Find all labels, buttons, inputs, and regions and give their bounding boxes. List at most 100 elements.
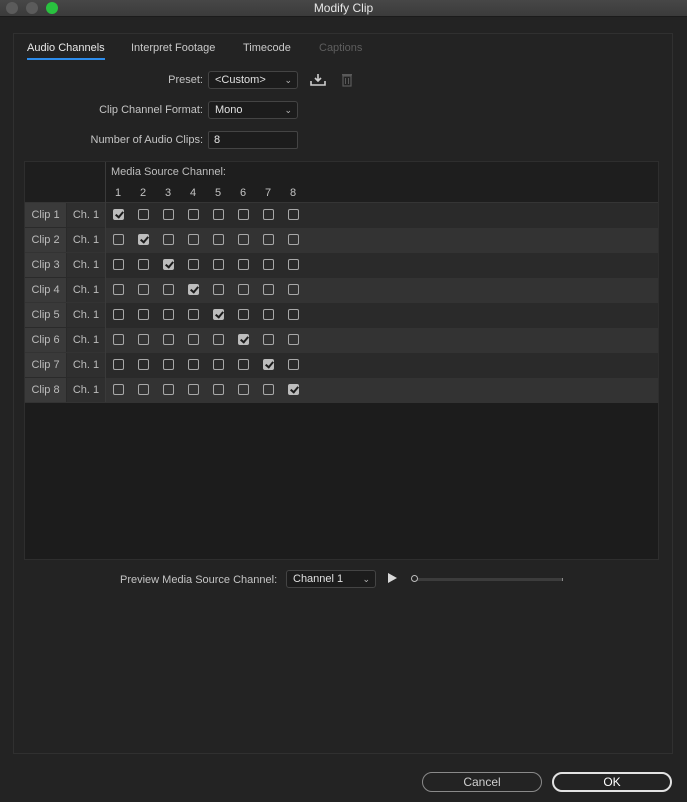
tab-timecode[interactable]: Timecode: [243, 42, 291, 60]
clip-channel-label: Ch. 1: [67, 303, 105, 327]
clip-label: Clip 1: [25, 203, 67, 227]
channel-checkbox[interactable]: [238, 384, 249, 395]
channel-checkbox[interactable]: [163, 234, 174, 245]
channel-checkbox[interactable]: [213, 259, 224, 270]
channel-checkbox[interactable]: [163, 359, 174, 370]
channel-checkbox[interactable]: [188, 309, 199, 320]
channel-checkbox[interactable]: [263, 334, 274, 345]
channel-checkbox[interactable]: [213, 209, 224, 220]
cancel-button[interactable]: Cancel: [422, 772, 542, 792]
channel-checkbox[interactable]: [213, 309, 224, 320]
channel-checkbox[interactable]: [263, 234, 274, 245]
tab-captions: Captions: [319, 42, 363, 54]
channel-checkbox[interactable]: [288, 359, 299, 370]
format-label: Clip Channel Format:: [99, 104, 203, 116]
channel-checkbox[interactable]: [238, 309, 249, 320]
preview-scrubber-track[interactable]: [412, 578, 563, 581]
channel-checkbox[interactable]: [238, 284, 249, 295]
delete-preset-icon[interactable]: [338, 71, 356, 89]
clip-channel-label: Ch. 1: [67, 353, 105, 377]
channel-checkbox[interactable]: [138, 359, 149, 370]
channel-checkbox[interactable]: [138, 284, 149, 295]
channel-checkbox[interactable]: [213, 384, 224, 395]
title-bar: Modify Clip: [0, 0, 687, 17]
channel-checkbox[interactable]: [188, 359, 199, 370]
save-preset-icon[interactable]: [309, 71, 327, 89]
clip-channel-label: Ch. 1: [67, 253, 105, 277]
channel-checkbox[interactable]: [138, 309, 149, 320]
channel-checkbox[interactable]: [113, 309, 124, 320]
clip-label: Clip 3: [25, 253, 67, 277]
ok-button[interactable]: OK: [552, 772, 672, 792]
channel-checkbox[interactable]: [138, 384, 149, 395]
channel-checkbox[interactable]: [113, 359, 124, 370]
channel-checkbox[interactable]: [213, 334, 224, 345]
channel-number: 2: [139, 187, 147, 199]
channel-checkbox[interactable]: [163, 259, 174, 270]
channel-checkbox[interactable]: [238, 359, 249, 370]
channel-checkbox[interactable]: [288, 209, 299, 220]
channel-checkbox[interactable]: [288, 259, 299, 270]
channel-checkbox[interactable]: [163, 209, 174, 220]
channel-checkbox[interactable]: [213, 284, 224, 295]
channel-checkbox[interactable]: [163, 334, 174, 345]
tab-interpret-footage[interactable]: Interpret Footage: [131, 42, 215, 60]
channel-checkbox[interactable]: [138, 334, 149, 345]
channel-checkbox[interactable]: [188, 384, 199, 395]
channel-checkbox[interactable]: [238, 234, 249, 245]
window-title: Modify Clip: [313, 1, 374, 15]
preset-label: Preset:: [168, 74, 203, 86]
preview-scrubber-handle[interactable]: [411, 575, 418, 582]
channel-checkbox[interactable]: [188, 209, 199, 220]
channel-checkbox[interactable]: [238, 209, 249, 220]
channel-number: 5: [214, 187, 222, 199]
channel-checkbox[interactable]: [188, 284, 199, 295]
grid-row: Clip 5 Ch. 1: [25, 303, 658, 328]
preset-dropdown[interactable]: <Custom> ⌄: [208, 71, 298, 89]
channel-checkbox[interactable]: [163, 284, 174, 295]
channel-checkbox[interactable]: [213, 234, 224, 245]
channel-checkbox[interactable]: [263, 259, 274, 270]
channel-checkbox[interactable]: [138, 259, 149, 270]
channel-checkbox[interactable]: [288, 384, 299, 395]
channel-checkbox[interactable]: [288, 234, 299, 245]
format-dropdown[interactable]: Mono ⌄: [208, 101, 298, 119]
grid-row: Clip 2 Ch. 1: [25, 228, 658, 253]
channel-checkbox[interactable]: [113, 334, 124, 345]
channel-grid: Media Source Channel: 1 2 3 4 5 6 7 8 Cl…: [24, 161, 659, 560]
channel-checkbox[interactable]: [163, 309, 174, 320]
channel-checkbox[interactable]: [188, 259, 199, 270]
play-icon[interactable]: [386, 572, 400, 586]
channel-checkbox[interactable]: [188, 234, 199, 245]
channel-checkbox[interactable]: [188, 334, 199, 345]
tab-audio-channels[interactable]: Audio Channels: [27, 42, 105, 60]
channel-checkbox[interactable]: [113, 259, 124, 270]
channel-checkbox[interactable]: [138, 234, 149, 245]
num-clips-input[interactable]: [208, 131, 298, 149]
grid-divider: [105, 162, 106, 402]
channel-checkbox[interactable]: [213, 359, 224, 370]
channel-number: 4: [189, 187, 197, 199]
channel-checkbox[interactable]: [238, 334, 249, 345]
channel-checkbox[interactable]: [263, 284, 274, 295]
channel-checkbox[interactable]: [113, 384, 124, 395]
channel-number: 8: [289, 187, 297, 199]
channel-checkbox[interactable]: [263, 209, 274, 220]
channel-checkbox[interactable]: [288, 334, 299, 345]
channel-checkbox[interactable]: [288, 309, 299, 320]
channel-checkbox[interactable]: [113, 284, 124, 295]
grid-row: Clip 6 Ch. 1: [25, 328, 658, 353]
channel-checkbox[interactable]: [113, 234, 124, 245]
preview-channel-dropdown[interactable]: Channel 1 ⌄: [286, 570, 376, 588]
channel-checkbox[interactable]: [163, 384, 174, 395]
channel-checkbox[interactable]: [238, 259, 249, 270]
channel-checkbox[interactable]: [138, 209, 149, 220]
channel-checkbox[interactable]: [263, 309, 274, 320]
channel-checkbox[interactable]: [263, 359, 274, 370]
clip-channel-label: Ch. 1: [67, 228, 105, 252]
channel-checkbox[interactable]: [113, 209, 124, 220]
channel-checkbox[interactable]: [263, 384, 274, 395]
dialog-panel: Audio Channels Interpret Footage Timecod…: [13, 33, 673, 754]
channel-checkbox[interactable]: [288, 284, 299, 295]
clip-label: Clip 4: [25, 278, 67, 302]
